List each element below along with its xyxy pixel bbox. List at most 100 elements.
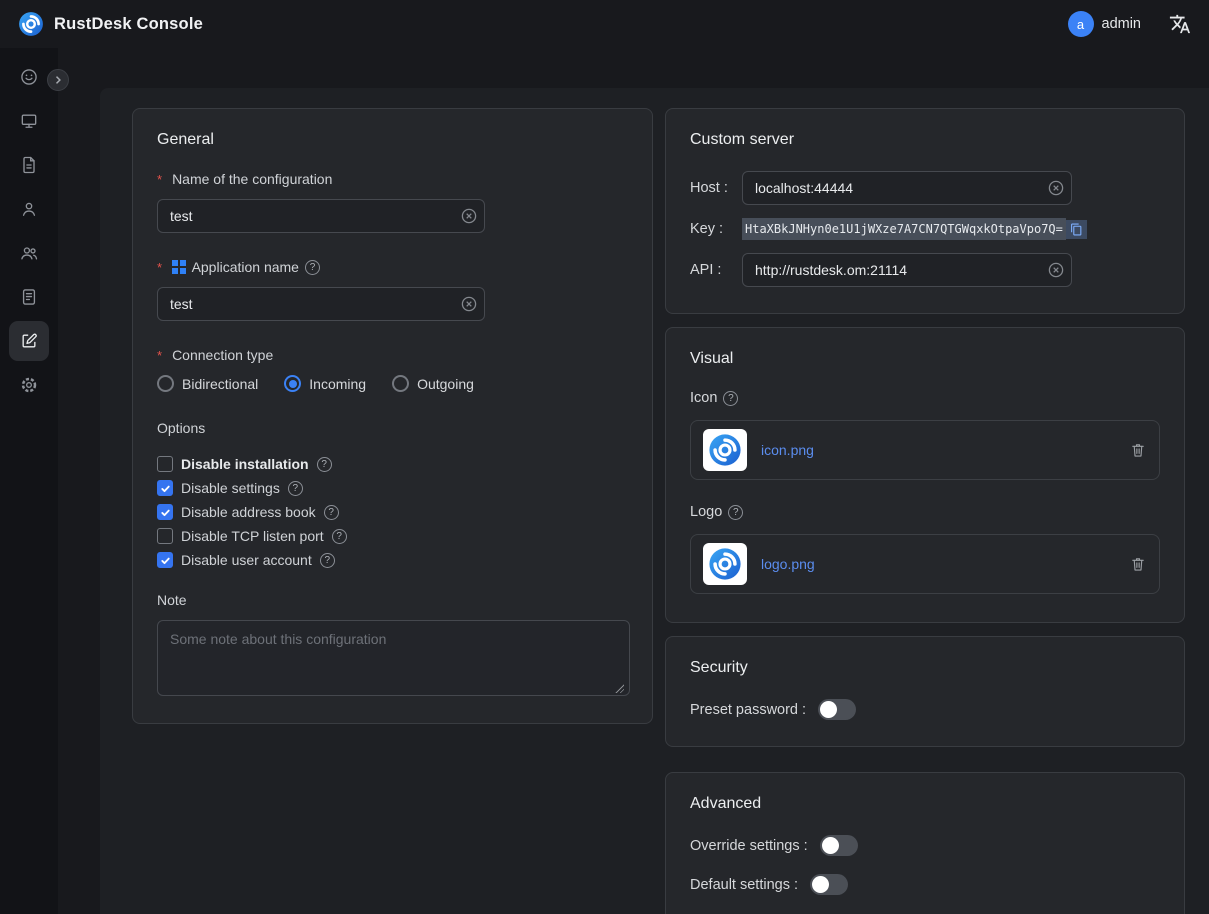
app-name-field — [157, 287, 485, 321]
api-label: API : — [690, 262, 742, 278]
visual-title: Visual — [690, 350, 1160, 368]
logo-file-link[interactable]: logo.png — [761, 556, 815, 572]
rustdesk-logo — [708, 547, 742, 581]
note-field — [157, 620, 628, 701]
radio-outgoing[interactable]: Outgoing — [392, 375, 474, 392]
user-icon — [19, 199, 39, 219]
key-value[interactable]: HtaXBkJNHyn0e1U1jWXze7A7CN7QTGWqxkOtpaVp… — [742, 218, 1066, 240]
rustdesk-logo — [18, 11, 44, 37]
logo-label: Logo ? — [690, 504, 1160, 520]
gear-icon — [19, 375, 39, 395]
host-field — [742, 171, 1072, 205]
checkbox-disable-tcp-listen-port[interactable]: Disable TCP listen port ? — [157, 528, 628, 544]
app-title: RustDesk Console — [54, 15, 203, 34]
help-icon[interactable]: ? — [320, 553, 335, 568]
advanced-title: Advanced — [690, 795, 1160, 813]
host-input[interactable] — [742, 171, 1072, 205]
sidebar-item-documents[interactable] — [9, 145, 49, 185]
key-label: Key : — [690, 221, 742, 237]
api-field — [742, 253, 1072, 287]
preset-password-label: Preset password : — [690, 702, 806, 718]
security-card: Security Preset password : — [665, 636, 1185, 747]
chevron-right-icon — [52, 74, 64, 86]
clear-icon[interactable] — [461, 296, 477, 312]
key-row: Key : HtaXBkJNHyn0e1U1jWXze7A7CN7QTGWqxk… — [690, 218, 1160, 240]
connection-type-label: Connection type — [157, 347, 628, 363]
translate-icon[interactable] — [1169, 13, 1191, 35]
radio-icon[interactable] — [157, 375, 174, 392]
checkbox-disable-installation[interactable]: Disable installation ? — [157, 456, 628, 472]
api-input[interactable] — [742, 253, 1072, 287]
override-settings-label: Override settings : — [690, 838, 808, 854]
config-name-label: Name of the configuration — [157, 171, 628, 187]
default-settings-toggle[interactable] — [810, 874, 848, 895]
help-icon[interactable]: ? — [332, 529, 347, 544]
document-icon — [19, 155, 39, 175]
visual-card: Visual Icon ? icon.png — [665, 327, 1185, 623]
checkbox-icon[interactable] — [157, 456, 173, 472]
icon-thumbnail — [703, 429, 747, 471]
help-icon[interactable]: ? — [728, 505, 743, 520]
note-label: Note — [157, 592, 628, 608]
clear-icon[interactable] — [1048, 262, 1064, 278]
icon-file-link[interactable]: icon.png — [761, 442, 814, 458]
avatar[interactable]: a — [1068, 11, 1094, 37]
brand: RustDesk Console — [18, 11, 203, 37]
radio-icon[interactable] — [284, 375, 301, 392]
radio-incoming[interactable]: Incoming — [284, 375, 366, 392]
help-icon[interactable]: ? — [288, 481, 303, 496]
radio-icon[interactable] — [392, 375, 409, 392]
sidebar-item-logs[interactable] — [9, 277, 49, 317]
host-label: Host : — [690, 180, 742, 196]
logo-thumbnail — [703, 543, 747, 585]
edit-square-icon — [19, 331, 39, 351]
topbar-right: a admin — [1068, 11, 1192, 37]
sidebar-item-user[interactable] — [9, 189, 49, 229]
checkbox-icon[interactable] — [157, 504, 173, 520]
general-card: General Name of the configuration Applic… — [132, 108, 653, 724]
sidebar-item-custom-clients[interactable] — [9, 321, 49, 361]
checkbox-disable-settings[interactable]: Disable settings ? — [157, 480, 628, 496]
user-menu[interactable]: a admin — [1068, 11, 1142, 37]
help-icon[interactable]: ? — [305, 260, 320, 275]
sidebar-item-settings[interactable] — [9, 365, 49, 405]
sidebar-item-devices[interactable] — [9, 101, 49, 141]
sidebar-collapse-button[interactable] — [47, 69, 69, 91]
help-icon[interactable]: ? — [317, 457, 332, 472]
sidebar-item-dashboard[interactable] — [9, 57, 49, 97]
help-icon[interactable]: ? — [723, 391, 738, 406]
icon-label: Icon ? — [690, 390, 1160, 406]
config-name-input[interactable] — [157, 199, 485, 233]
checkbox-icon[interactable] — [157, 480, 173, 496]
checkbox-disable-address-book[interactable]: Disable address book ? — [157, 504, 628, 520]
override-settings-row: Override settings : — [690, 835, 1160, 856]
preset-password-toggle[interactable] — [818, 699, 856, 720]
copy-icon[interactable] — [1066, 220, 1087, 239]
checkbox-icon[interactable] — [157, 552, 173, 568]
monitor-icon — [19, 111, 39, 131]
checkbox-disable-user-account[interactable]: Disable user account ? — [157, 552, 628, 568]
app-name-input[interactable] — [157, 287, 485, 321]
clear-icon[interactable] — [1048, 180, 1064, 196]
radio-bidirectional[interactable]: Bidirectional — [157, 375, 258, 392]
options-label: Options — [157, 420, 628, 436]
key-field[interactable]: HtaXBkJNHyn0e1U1jWXze7A7CN7QTGWqxkOtpaVp… — [742, 218, 1087, 240]
help-icon[interactable]: ? — [324, 505, 339, 520]
trash-icon[interactable] — [1129, 555, 1147, 573]
username[interactable]: admin — [1102, 16, 1142, 32]
note-textarea[interactable] — [157, 620, 630, 696]
custom-server-title: Custom server — [690, 131, 1160, 149]
security-title: Security — [690, 659, 1160, 677]
topbar: RustDesk Console a admin — [0, 0, 1209, 48]
checkbox-icon[interactable] — [157, 528, 173, 544]
default-settings-row: Default settings : — [690, 874, 1160, 895]
preset-password-row: Preset password : — [690, 699, 1160, 720]
override-settings-toggle[interactable] — [820, 835, 858, 856]
default-settings-label: Default settings : — [690, 877, 798, 893]
clear-icon[interactable] — [461, 208, 477, 224]
smiley-icon — [19, 67, 39, 87]
icon-file-row: icon.png — [690, 420, 1160, 480]
sidebar-item-groups[interactable] — [9, 233, 49, 273]
trash-icon[interactable] — [1129, 441, 1147, 459]
general-card-title: General — [157, 131, 628, 149]
